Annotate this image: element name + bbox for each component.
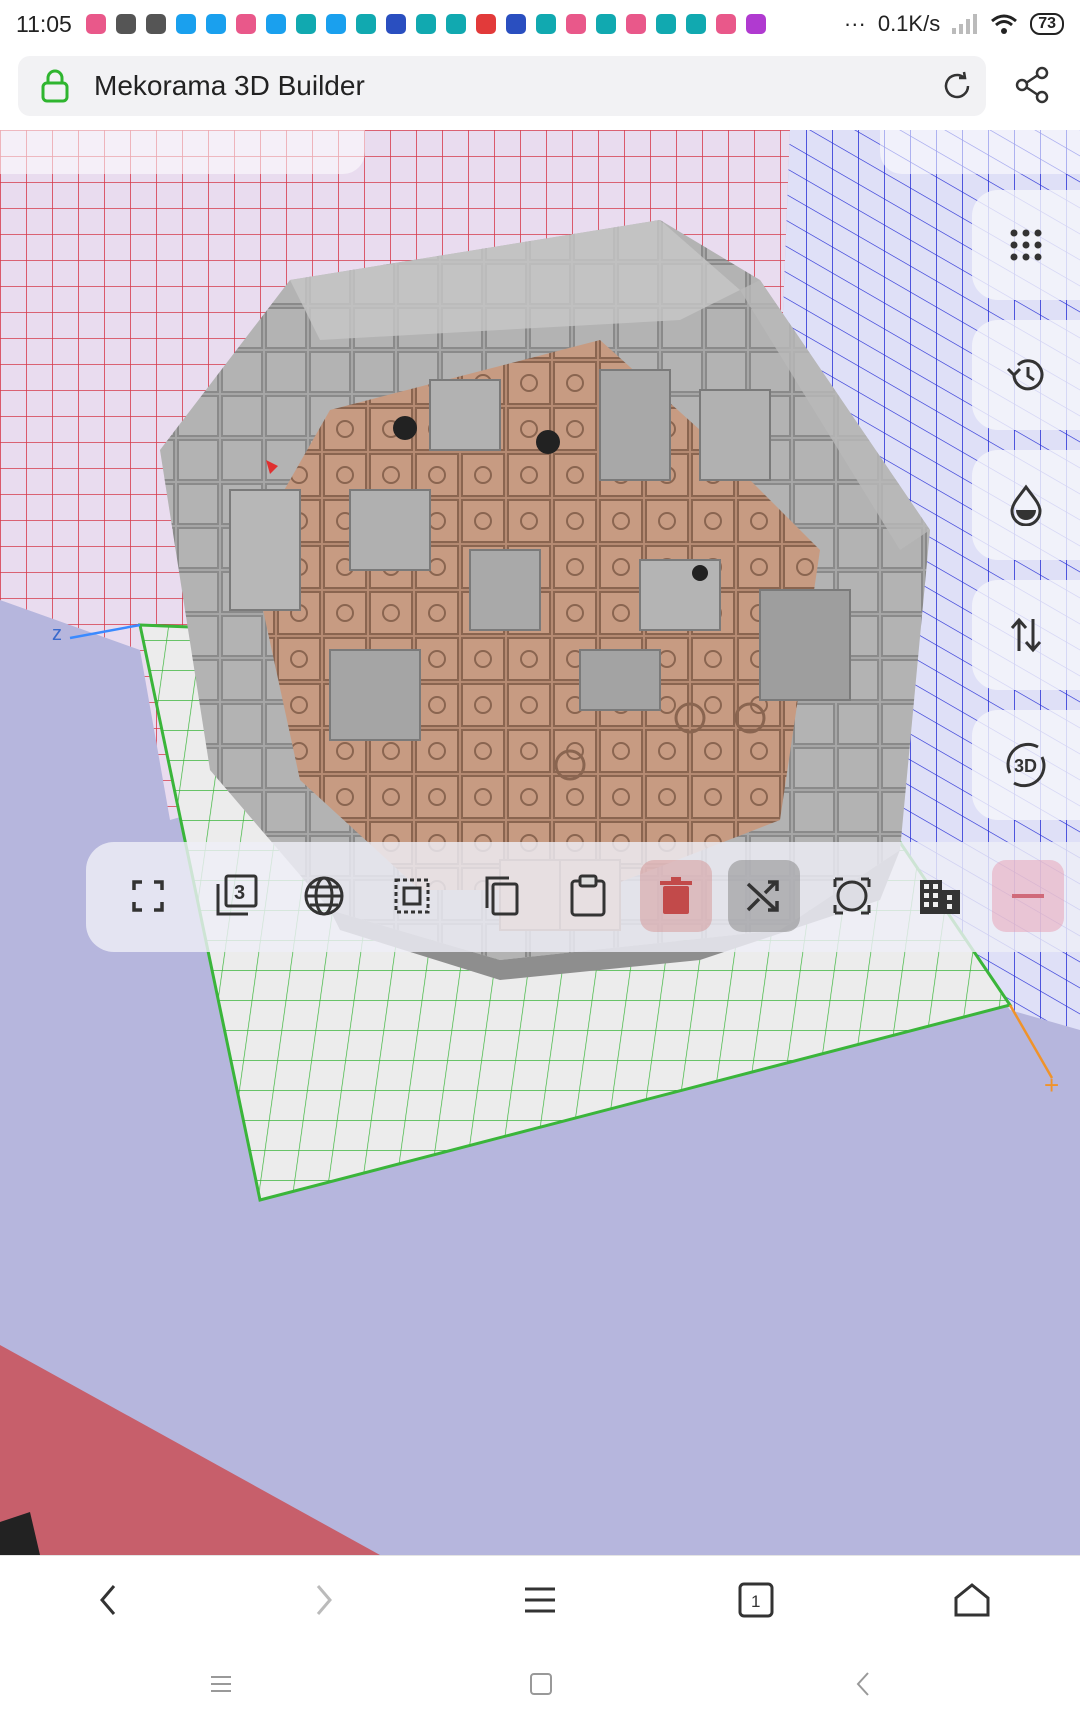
tabs-button[interactable]: 1 — [726, 1570, 786, 1630]
fullscreen-button[interactable] — [112, 860, 184, 932]
status-time: 11:05 — [16, 10, 72, 37]
swap-vertical-button[interactable] — [972, 580, 1080, 690]
notification-icon — [745, 14, 766, 34]
top-toolbar-left[interactable] — [0, 130, 365, 174]
ground-edge — [0, 1345, 380, 1555]
notification-icon — [535, 14, 556, 34]
edit-toolbar: 3 — [86, 842, 1080, 952]
svg-text:3: 3 — [234, 882, 245, 904]
copy-button[interactable] — [464, 860, 536, 932]
menu-icon — [525, 1587, 555, 1613]
system-back-button[interactable] — [838, 1659, 888, 1709]
remove-button[interactable] — [992, 860, 1064, 932]
rotate-circle-icon — [833, 877, 871, 915]
globe-button[interactable] — [288, 860, 360, 932]
browser-address-row: Mekorama 3D Builder — [0, 48, 1080, 130]
reload-icon[interactable] — [940, 69, 974, 103]
notification-icon — [205, 14, 226, 34]
svg-text:1: 1 — [751, 1592, 760, 1611]
building-icon — [920, 880, 960, 914]
clipboard-icon — [570, 874, 606, 917]
notification-icon — [235, 14, 256, 34]
system-nav-bar — [0, 1641, 1080, 1728]
rotate-button[interactable] — [816, 860, 888, 932]
tabs-icon: 1 — [738, 1582, 774, 1618]
network-speed: 0.1K/s — [877, 11, 941, 36]
copy-icon — [485, 876, 519, 916]
x-axis-label: + — [1044, 1070, 1059, 1100]
water-drop-icon — [1010, 484, 1042, 526]
status-bar: 11:05 ··· 0.1K/s 73 — [0, 0, 1080, 48]
chevron-left-icon — [100, 1585, 116, 1615]
water-drop-button[interactable] — [972, 450, 1080, 560]
top-toolbar-right[interactable] — [880, 130, 1080, 174]
layers-button[interactable]: 3 — [200, 860, 272, 932]
notification-icon — [655, 14, 676, 34]
notification-icon — [145, 14, 166, 34]
globe-icon — [304, 876, 344, 916]
shuffle-icon — [746, 880, 779, 912]
delete-button[interactable] — [640, 860, 712, 932]
notification-icon — [85, 14, 106, 34]
notification-icon — [265, 14, 286, 34]
z-axis-label: z — [52, 623, 62, 645]
menu-button[interactable] — [510, 1570, 570, 1630]
select-all-icon — [394, 878, 430, 914]
notification-icon — [625, 14, 646, 34]
shuffle-button[interactable] — [728, 860, 800, 932]
notification-icons — [85, 14, 844, 34]
notification-icon — [415, 14, 436, 34]
recents-icon — [211, 1676, 231, 1692]
history-button[interactable] — [972, 320, 1080, 430]
notification-icon — [715, 14, 736, 34]
lock-icon — [41, 69, 69, 103]
trash-icon — [660, 877, 692, 914]
fullscreen-icon — [132, 880, 164, 912]
address-bar[interactable]: Mekorama 3D Builder — [18, 56, 986, 116]
forward-button[interactable] — [294, 1570, 354, 1630]
rotate-3d-icon: 3D — [1006, 742, 1046, 788]
notification-icon — [115, 14, 136, 34]
home-icon — [954, 1583, 990, 1617]
system-home-button[interactable] — [516, 1659, 566, 1709]
notification-icon — [685, 14, 706, 34]
home-button[interactable] — [942, 1570, 1002, 1630]
back-arrow-icon — [856, 1672, 869, 1696]
status-right: ··· 0.1K/s 73 — [844, 11, 1064, 37]
swap-vertical-icon — [1010, 617, 1042, 653]
square-icon — [530, 1673, 552, 1695]
svg-text:3D: 3D — [1014, 756, 1037, 776]
notification-icon — [475, 14, 496, 34]
dots-grid-button[interactable] — [972, 190, 1080, 300]
building-button[interactable] — [904, 860, 976, 932]
notification-icon — [325, 14, 346, 34]
rotate-3d-button[interactable]: 3D — [972, 710, 1080, 820]
browser-nav-bar: 1 — [0, 1555, 1080, 1641]
battery-indicator: 73 — [1030, 13, 1064, 35]
share-icon[interactable] — [1014, 66, 1050, 104]
select-all-button[interactable] — [376, 860, 448, 932]
notification-icon — [505, 14, 526, 34]
wifi-icon — [991, 14, 1018, 34]
layers-icon: 3 — [216, 874, 258, 916]
notification-icon — [385, 14, 406, 34]
more-notifications: ··· — [843, 11, 866, 36]
notification-icon — [565, 14, 586, 34]
dots-grid-icon — [1010, 229, 1042, 261]
builder-viewport[interactable]: z + 3D 3 — [0, 130, 1080, 1555]
back-button[interactable] — [78, 1570, 138, 1630]
page-title: Mekorama 3D Builder — [94, 70, 365, 101]
notification-icon — [295, 14, 316, 34]
paste-button[interactable] — [552, 860, 624, 932]
notification-icon — [175, 14, 196, 34]
signal-icon — [952, 14, 978, 34]
recents-button[interactable] — [196, 1659, 246, 1709]
notification-icon — [355, 14, 376, 34]
minus-icon — [1012, 894, 1044, 898]
chevron-right-icon — [316, 1585, 332, 1615]
history-icon — [1006, 359, 1044, 391]
notification-icon — [445, 14, 466, 34]
notification-icon — [595, 14, 616, 34]
